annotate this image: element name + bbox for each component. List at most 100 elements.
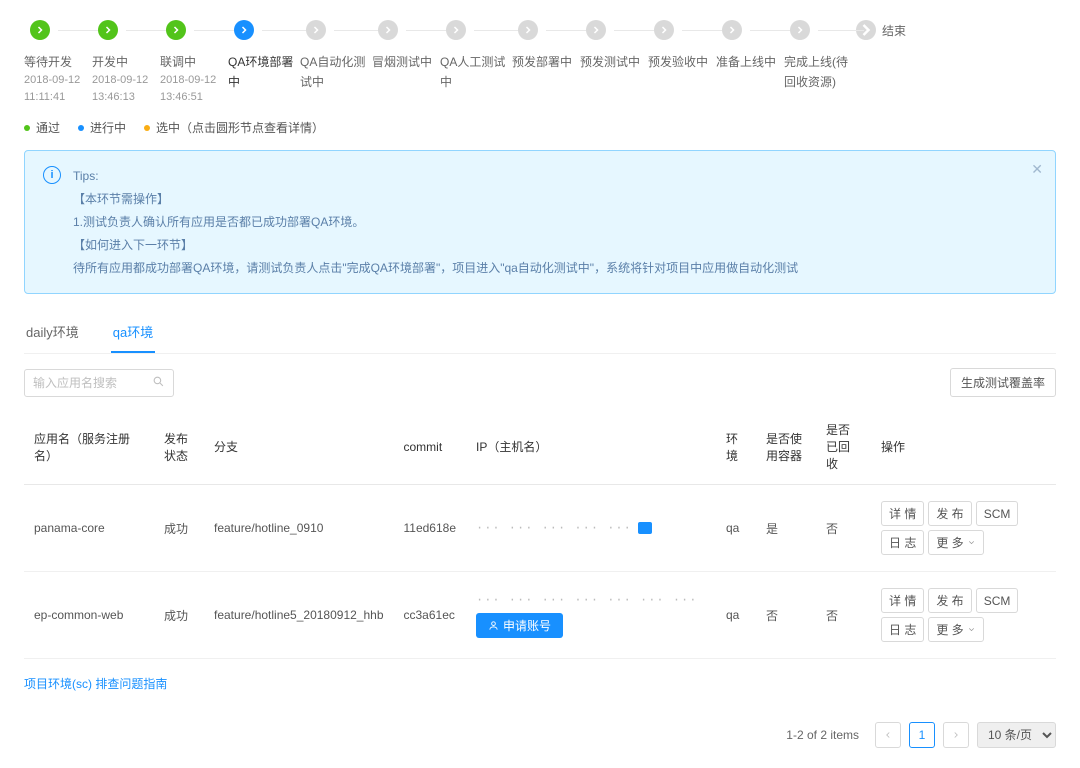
cell-env: qa	[716, 485, 756, 572]
tips-line: 【本环节需操作】	[73, 188, 798, 211]
step-dot-icon[interactable]	[234, 20, 254, 40]
step-dot-icon[interactable]	[378, 20, 398, 40]
step-node[interactable]: QA人工测试中	[440, 20, 512, 93]
step-timestamp: 2018-09-12	[24, 72, 80, 89]
tips-title: Tips:	[73, 165, 798, 188]
cell-recycled: 否	[816, 572, 871, 659]
th-status: 发布状态	[154, 409, 204, 485]
more-button[interactable]: 更 多	[928, 530, 983, 555]
th-ops: 操作	[871, 409, 1056, 485]
generate-coverage-button[interactable]: 生成测试覆盖率	[950, 368, 1056, 397]
step-dot-icon[interactable]	[518, 20, 538, 40]
legend-progress-swatch	[78, 125, 84, 131]
step-node[interactable]: 联调中 2018-09-1213:46:51	[160, 20, 228, 105]
search-input[interactable]	[33, 376, 152, 390]
cell-branch: feature/hotline5_20180912_hhb	[204, 572, 394, 659]
step-node[interactable]: 开发中 2018-09-1213:46:13	[92, 20, 160, 105]
tips-line: 待所有应用都成功部署QA环境，请测试负责人点击"完成QA环境部署"，项目进入"q…	[73, 257, 798, 280]
cell-branch: feature/hotline_0910	[204, 485, 394, 572]
cell-app: ep-common-web	[24, 572, 154, 659]
pagination: 1-2 of 2 items 1 10 条/页	[24, 722, 1056, 748]
scm-button[interactable]: SCM	[976, 501, 1019, 526]
next-page-button[interactable]	[943, 722, 969, 748]
step-dot-icon[interactable]	[654, 20, 674, 40]
step-timestamp: 13:46:13	[92, 89, 135, 106]
more-button[interactable]: 更 多	[928, 617, 983, 642]
step-label: 预发测试中	[580, 52, 640, 72]
publish-button[interactable]: 发 布	[928, 588, 971, 613]
step-node[interactable]: 完成上线(待回收资源)	[784, 20, 856, 93]
table-row: ep-common-web 成功 feature/hotline5_201809…	[24, 572, 1056, 659]
env-tabs: daily环境 qa环境	[24, 312, 1056, 354]
prev-page-button[interactable]	[875, 722, 901, 748]
th-branch: 分支	[204, 409, 394, 485]
cell-status: 成功	[154, 485, 204, 572]
page-1-button[interactable]: 1	[909, 722, 935, 748]
chevron-down-icon	[967, 625, 976, 634]
log-button[interactable]: 日 志	[881, 530, 924, 555]
cell-status: 成功	[154, 572, 204, 659]
step-dot-icon[interactable]	[98, 20, 118, 40]
apply-account-button[interactable]: 申请账号	[476, 613, 563, 638]
cell-app: panama-core	[24, 485, 154, 572]
cell-recycled: 否	[816, 485, 871, 572]
th-env: 环境	[716, 409, 756, 485]
th-ip: IP（主机名）	[466, 409, 716, 485]
step-label: 准备上线中	[716, 52, 776, 72]
step-label: 联调中	[160, 52, 196, 72]
step-dot-icon[interactable]	[166, 20, 186, 40]
search-input-wrap[interactable]	[24, 369, 174, 397]
tab-qa[interactable]: qa环境	[111, 312, 155, 353]
step-label: QA环境部署中	[228, 52, 300, 93]
step-node[interactable]: QA自动化测试中	[300, 20, 372, 93]
log-button[interactable]: 日 志	[881, 617, 924, 642]
th-app: 应用名（服务注册名）	[24, 409, 154, 485]
cell-container: 是	[756, 485, 816, 572]
cell-env: qa	[716, 572, 756, 659]
step-timestamp: 2018-09-12	[160, 72, 216, 89]
user-icon	[488, 620, 499, 631]
tips-line: 【如何进入下一环节】	[73, 234, 798, 257]
step-dot-icon[interactable]	[306, 20, 326, 40]
step-dot-icon[interactable]	[722, 20, 742, 40]
step-label: 完成上线(待回收资源)	[784, 52, 856, 93]
step-label: 预发验收中	[648, 52, 708, 72]
scm-button[interactable]: SCM	[976, 588, 1019, 613]
step-node[interactable]: 等待开发 2018-09-1211:11:41	[24, 20, 92, 105]
troubleshoot-link[interactable]: 项目环境(sc) 排查问题指南	[24, 659, 1056, 702]
page-size-select[interactable]: 10 条/页	[977, 722, 1056, 748]
legend-pass-label: 通过	[36, 119, 60, 136]
step-node[interactable]: 预发验收中	[648, 20, 716, 72]
pagination-info: 1-2 of 2 items	[786, 728, 859, 742]
step-node[interactable]: 预发测试中	[580, 20, 648, 72]
ip-masked: ··· ··· ··· ··· ··· ··· ···	[476, 593, 697, 607]
step-dot-icon[interactable]	[586, 20, 606, 40]
info-icon: i	[43, 166, 61, 184]
legend-pass-swatch	[24, 125, 30, 131]
cell-ip: ··· ··· ··· ··· ··· ··· ··· 申请账号	[466, 572, 716, 659]
apps-table: 应用名（服务注册名） 发布状态 分支 commit IP（主机名） 环境 是否使…	[24, 409, 1056, 659]
step-node[interactable]: 冒烟测试中	[372, 20, 440, 72]
detail-button[interactable]: 详 情	[881, 501, 924, 526]
cell-commit: cc3a61ec	[394, 572, 467, 659]
step-node[interactable]: 预发部署中	[512, 20, 580, 72]
step-timestamp: 11:11:41	[24, 89, 65, 106]
close-icon[interactable]: ✕	[1031, 161, 1043, 178]
cell-ops: 详 情 发 布 SCM 日 志 更 多	[871, 485, 1056, 572]
cell-commit: 11ed618e	[394, 485, 467, 572]
table-row: panama-core 成功 feature/hotline_0910 11ed…	[24, 485, 1056, 572]
step-dot-icon[interactable]	[446, 20, 466, 40]
step-label: 开发中	[92, 52, 128, 72]
search-icon[interactable]	[152, 375, 165, 391]
detail-button[interactable]: 详 情	[881, 588, 924, 613]
legend-selected-label: 选中（点击圆形节点查看详情）	[156, 119, 324, 136]
workflow-stepper: 等待开发 2018-09-1211:11:41 开发中 2018-09-1213…	[24, 20, 1056, 105]
step-node[interactable]: 准备上线中	[716, 20, 784, 72]
step-node[interactable]: QA环境部署中	[228, 20, 300, 93]
cell-ip: ··· ··· ··· ··· ···	[466, 485, 716, 572]
step-label: 冒烟测试中	[372, 52, 432, 72]
tab-daily[interactable]: daily环境	[24, 312, 81, 353]
step-dot-icon[interactable]	[790, 20, 810, 40]
step-dot-icon[interactable]	[30, 20, 50, 40]
publish-button[interactable]: 发 布	[928, 501, 971, 526]
